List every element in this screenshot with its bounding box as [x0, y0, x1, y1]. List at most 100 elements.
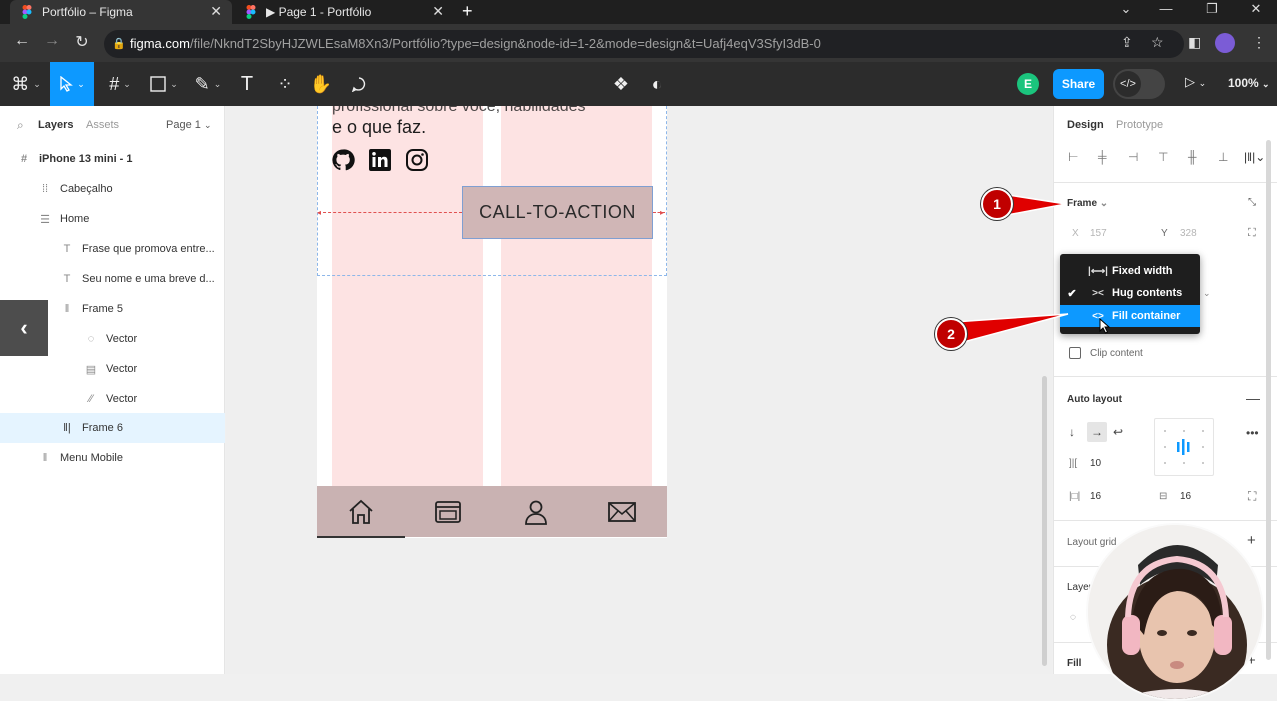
resources-icon[interactable]: ⁘: [272, 62, 298, 106]
layer-row[interactable]: ‖ Menu Mobile: [0, 443, 225, 473]
presenter-video-icon: [1088, 525, 1262, 699]
menu-item-hug-contents[interactable]: ✔ >< Hug contents: [1060, 282, 1200, 304]
restore-window-icon[interactable]: ❐: [1192, 0, 1232, 18]
align-middle-icon[interactable]: ╫: [1188, 150, 1197, 164]
text-tool-icon[interactable]: T: [234, 62, 260, 106]
layer-name: Vector: [106, 393, 138, 405]
layer-name: Vector: [106, 363, 138, 375]
align-bottom-icon[interactable]: ⊥: [1218, 150, 1228, 164]
present-icon[interactable]: ▷ ⌄: [1185, 74, 1206, 90]
auto-layout-title: Auto layout: [1067, 394, 1122, 405]
vector-icon: ▤: [85, 363, 97, 376]
layer-row[interactable]: T Frase que promova entre...: [0, 234, 225, 264]
canvas-scrollbar[interactable]: [1042, 376, 1047, 666]
share-button[interactable]: Share: [1053, 69, 1104, 99]
minimize-window-icon[interactable]: —: [1146, 0, 1186, 18]
spacing-guide: [318, 212, 462, 213]
move-tool-icon[interactable]: ⌄: [50, 62, 94, 106]
align-left-icon[interactable]: ⊢: [1068, 150, 1078, 164]
prev-slide-button[interactable]: ‹: [0, 300, 48, 356]
address-bar[interactable]: 🔒 figma.com/file/NkndT2SbyHJZWLEsaM8Xn3/…: [104, 30, 1184, 58]
layer-row[interactable]: ⁞⁞ Cabeçalho: [0, 174, 225, 204]
independent-padding-icon[interactable]: ⛶: [1248, 489, 1256, 504]
remove-auto-layout-icon[interactable]: —: [1246, 390, 1260, 406]
padding-horizontal-input[interactable]: 16: [1090, 491, 1101, 502]
tab-assets[interactable]: Assets: [86, 119, 119, 131]
collapse-icon[interactable]: ⤡: [1248, 197, 1256, 208]
pen-tool-icon[interactable]: ✎ ⌄: [190, 62, 226, 106]
reload-icon[interactable]: ↻: [72, 32, 92, 52]
main-menu-icon[interactable]: ⌘ ⌄: [6, 62, 46, 106]
frame-tool-icon[interactable]: # ⌄: [102, 62, 138, 106]
alignment-grid-icon: [1164, 430, 1204, 464]
mail-icon[interactable]: [607, 497, 637, 527]
collaborator-avatar[interactable]: E: [1017, 73, 1039, 95]
comment-tool-icon[interactable]: [346, 62, 372, 106]
bookmark-star-icon[interactable]: ☆: [1151, 34, 1164, 51]
close-tab-icon[interactable]: ✕: [432, 3, 444, 20]
new-tab-icon[interactable]: +: [462, 1, 473, 22]
align-top-icon[interactable]: ⊤: [1158, 150, 1168, 164]
hand-tool-icon[interactable]: ✋: [308, 62, 334, 106]
panel-scrollbar[interactable]: [1266, 140, 1271, 660]
chevron-down-icon[interactable]: ⌄: [1203, 288, 1211, 299]
align-center-horizontal-icon[interactable]: ╪: [1098, 150, 1107, 164]
x-input[interactable]: 157: [1090, 228, 1107, 239]
layer-row[interactable]: ☰ Home: [0, 204, 225, 234]
layer-row[interactable]: ▤ Vector: [0, 354, 225, 384]
more-options-icon[interactable]: •••: [1246, 426, 1259, 440]
padding-horizontal-icon: |□|: [1069, 491, 1081, 502]
direction-horizontal-icon[interactable]: →: [1087, 422, 1107, 442]
portfolio-icon[interactable]: [433, 497, 463, 527]
theme-contrast-icon[interactable]: ◐: [644, 62, 670, 106]
constraints-icon[interactable]: ⛶: [1248, 227, 1256, 240]
back-icon[interactable]: ←: [12, 32, 32, 50]
gap-input[interactable]: 10: [1090, 458, 1101, 469]
layer-row[interactable]: # iPhone 13 mini - 1: [0, 144, 225, 174]
close-tab-icon[interactable]: ✕: [210, 3, 222, 20]
profile-avatar[interactable]: [1215, 33, 1235, 53]
layer-name: Frase que promova entre...: [82, 243, 215, 255]
search-icon[interactable]: ⌕: [17, 118, 24, 133]
add-layout-grid-icon[interactable]: +: [1247, 532, 1256, 549]
dev-mode-toggle[interactable]: </>: [1113, 69, 1165, 99]
sidebar-icon[interactable]: ◧: [1188, 34, 1201, 51]
home-icon[interactable]: [346, 497, 376, 527]
section-divider: [1053, 182, 1277, 183]
menu-item-fill-container[interactable]: <> Fill container: [1060, 305, 1200, 327]
figma-favicon-icon: [22, 5, 32, 19]
browser-tab-prototype[interactable]: ▶ Page 1 - Portfólio ✕: [234, 0, 454, 24]
layer-row[interactable]: T Seu nome e uma breve d...: [0, 264, 225, 294]
share-page-icon[interactable]: ⇪: [1121, 34, 1133, 51]
page-selector[interactable]: Page 1 ⌄: [166, 119, 211, 131]
tab-search-chevron-icon[interactable]: ⌄: [1106, 0, 1146, 18]
components-icon[interactable]: ❖: [608, 62, 634, 106]
direction-vertical-icon[interactable]: ↓: [1069, 425, 1075, 439]
tab-prototype[interactable]: Prototype: [1116, 119, 1163, 131]
distribute-icon[interactable]: |‖|⌄: [1244, 150, 1265, 164]
tab-title: Portfólio – Figma: [42, 5, 133, 19]
zoom-level[interactable]: 100% ⌄: [1228, 76, 1270, 90]
tab-title: ▶ Page 1 - Portfólio: [266, 5, 372, 19]
alignment-box[interactable]: [1154, 418, 1214, 476]
chevron-down-icon: ⌄: [1262, 79, 1270, 89]
cta-button[interactable]: CALL-TO-ACTION: [462, 186, 653, 239]
align-right-icon[interactable]: ⊣: [1128, 150, 1138, 164]
shape-tool-icon[interactable]: ⌄: [146, 62, 182, 106]
layer-row-selected[interactable]: ‖| Frame 6: [0, 413, 225, 443]
close-window-icon[interactable]: ✕: [1236, 0, 1276, 18]
frame-selector[interactable]: Frame ⌄: [1067, 198, 1108, 209]
menu-item-fixed-width[interactable]: |⟷| Fixed width: [1060, 260, 1200, 282]
user-icon[interactable]: [521, 497, 551, 527]
direction-wrap-icon[interactable]: ↩: [1113, 425, 1123, 439]
tab-layers[interactable]: Layers: [38, 119, 73, 131]
tab-design[interactable]: Design: [1067, 119, 1104, 131]
layer-row[interactable]: ⁄⁄ Vector: [0, 384, 225, 414]
section-divider: [1053, 520, 1277, 521]
browser-tab-figma[interactable]: Portfólio – Figma ✕: [10, 0, 232, 24]
forward-icon[interactable]: →: [42, 32, 62, 50]
blend-mode-icon[interactable]: ◌: [1070, 612, 1076, 623]
browser-menu-icon[interactable]: ⋮: [1252, 34, 1266, 51]
padding-vertical-input[interactable]: 16: [1180, 491, 1191, 502]
y-input[interactable]: 328: [1180, 228, 1197, 239]
